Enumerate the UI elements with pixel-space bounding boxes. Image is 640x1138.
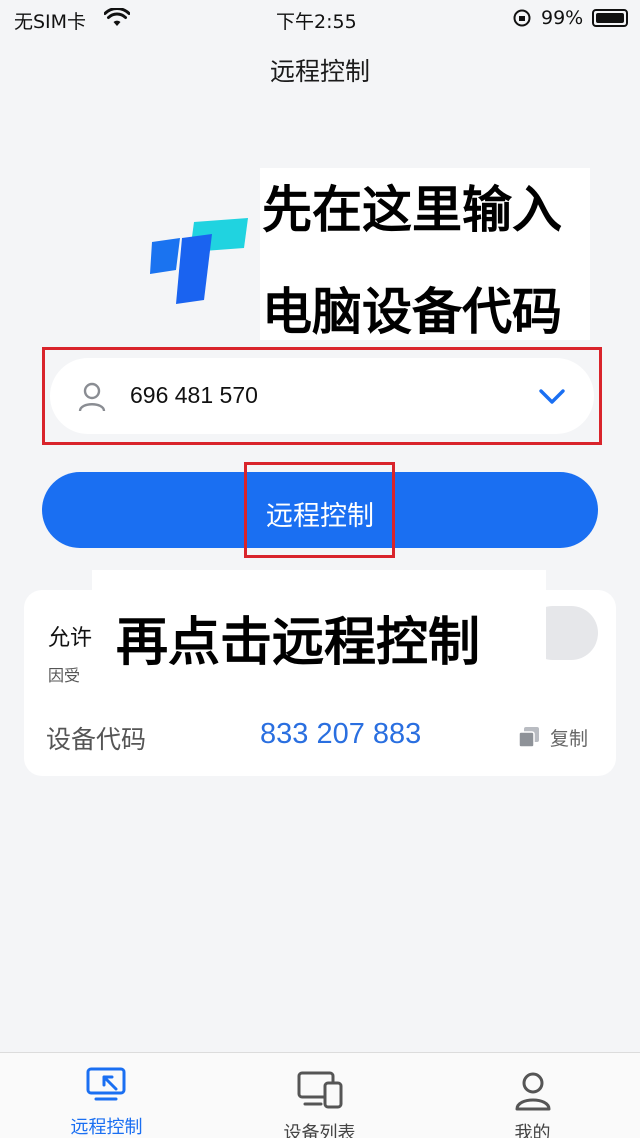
tab-label-device-list: 设备列表 [283,1123,356,1138]
copy-button[interactable]: 复制 [518,724,598,754]
clock: 下午2:55 [276,11,357,33]
my-device-code: 833 207 883 [260,718,422,750]
status-bar: 无SIM卡 下午2:55 99% [0,0,640,36]
annotation-line-3: 再点击远程控制 [116,613,481,673]
page-title: 远程控制 [269,57,370,86]
tab-bar: 远程控制 设备列表 我的 [0,1052,640,1138]
tab-remote-control[interactable]: 远程控制 [0,1061,213,1138]
todesk-logo-icon [150,218,248,304]
copy-icon [518,727,539,748]
annotation-line-2: 电脑设备代码 [262,283,562,341]
annotation-overlay-top: 先在这里输入 电脑设备代码 [260,168,590,341]
tab-label-profile: 我的 [514,1123,551,1138]
profile-icon [515,1072,551,1111]
annotation-overlay-bottom: 再点击远程控制 [92,570,546,674]
battery-percent: 99% [541,7,584,29]
copy-label: 复制 [550,728,589,750]
annotation-frame-input [42,347,602,445]
tab-label-remote-control: 远程控制 [70,1117,143,1138]
annotation-line-1: 先在这里输入 [262,181,562,239]
allow-description: 因受 [48,666,81,685]
battery-icon [592,9,628,27]
device-code-label: 设备代码 [46,725,147,754]
tab-profile[interactable]: 我的 [426,1061,639,1138]
allow-title: 允许 [48,626,93,651]
tab-device-list[interactable]: 设备列表 [213,1061,426,1138]
device-list-icon [297,1071,343,1109]
remote-control-icon [86,1067,126,1101]
carrier-label: 无SIM卡 [14,11,87,33]
annotation-frame-button [244,462,395,558]
orientation-lock-icon [513,9,531,27]
wifi-icon [104,8,130,26]
